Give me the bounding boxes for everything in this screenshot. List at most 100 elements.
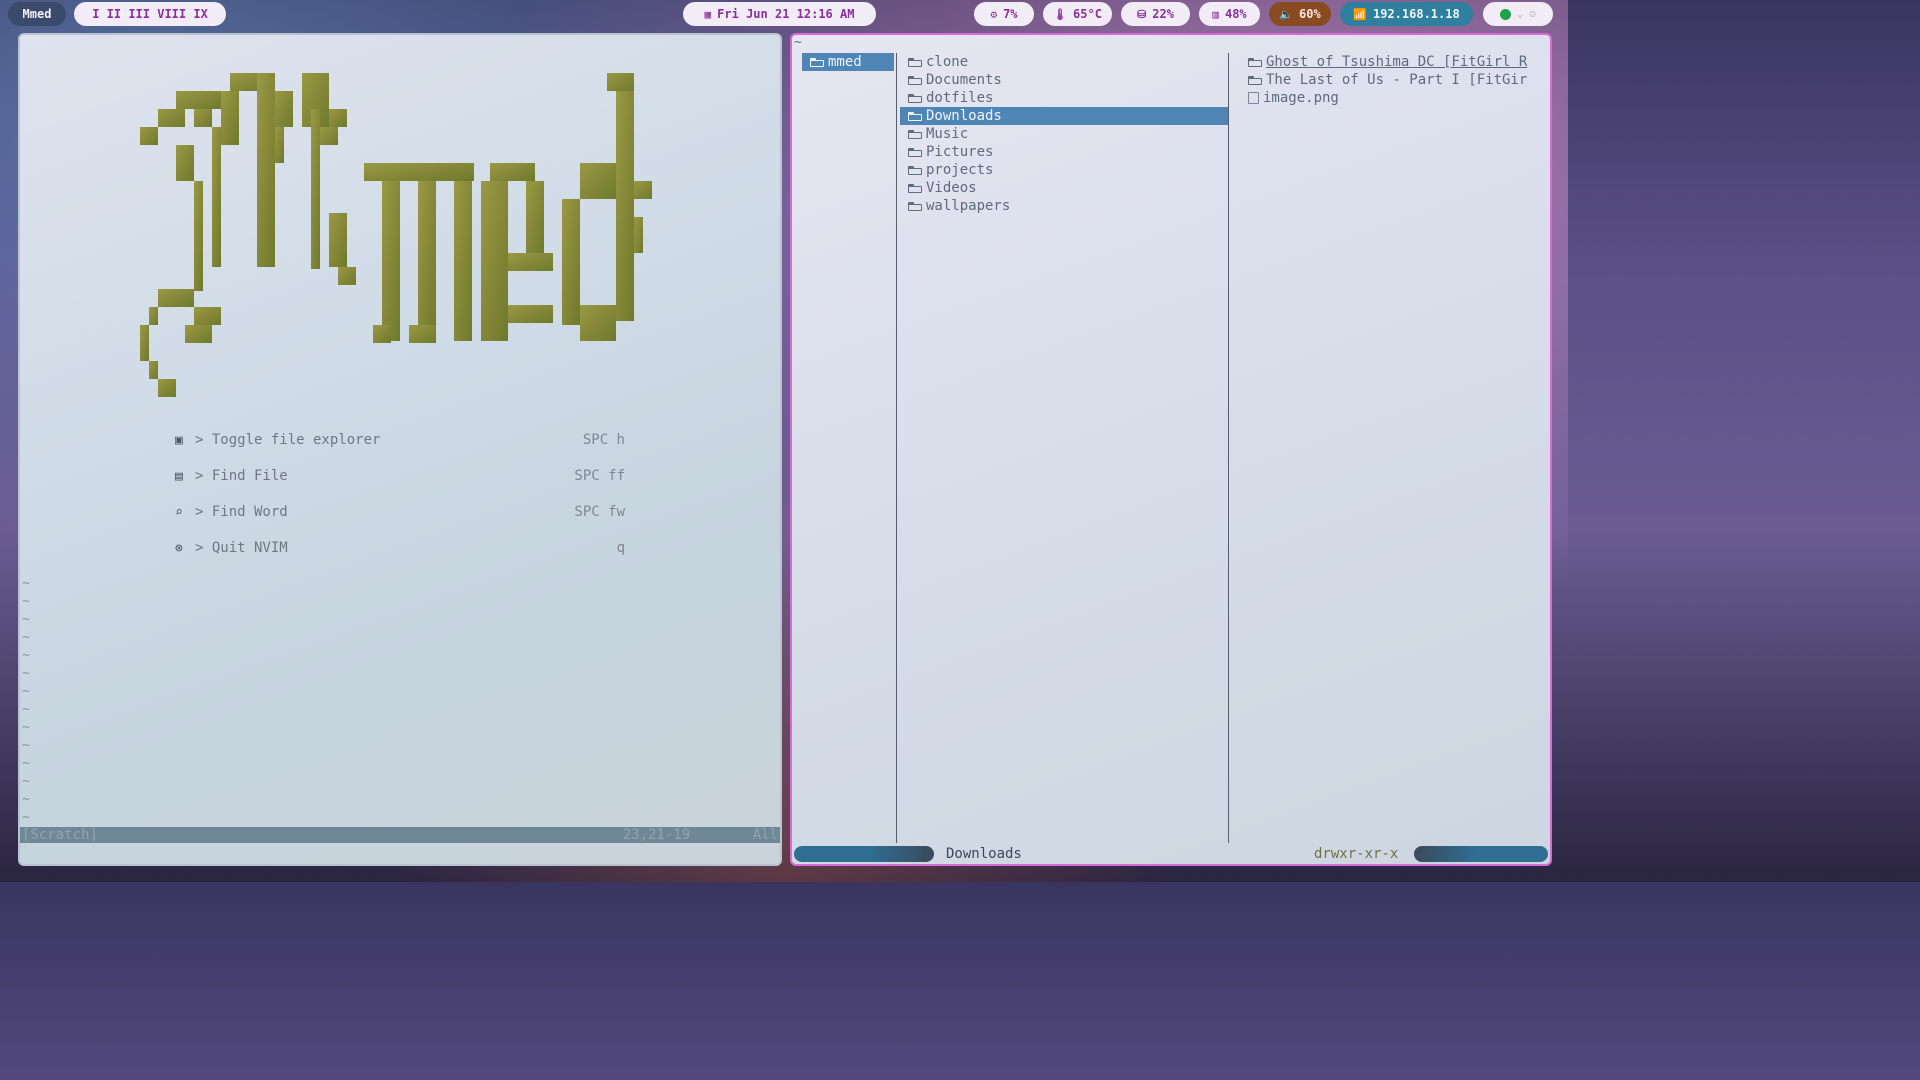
list-item[interactable]: clone (900, 53, 1228, 71)
tilde-marker: ~ (22, 576, 30, 591)
menu-shortcut: SPC fw (574, 504, 625, 520)
volume-value: 60% (1299, 7, 1321, 21)
temp-value: 65°C (1073, 7, 1102, 21)
list-item[interactable]: Documents (900, 71, 1228, 89)
current-path: Downloads (946, 846, 1022, 862)
clock-label: Fri Jun 21 12:16 AM (717, 7, 855, 21)
folder-icon (908, 75, 922, 85)
preview-column[interactable]: Ghost of Tsushima DC [FitGirl R The Last… (1240, 53, 1540, 107)
tilde-marker: ~ (22, 648, 30, 663)
ranger-statusbar: Downloads drwxr-xr-x (792, 845, 1550, 863)
column-divider (896, 53, 897, 843)
parent-column[interactable]: mmed (802, 53, 894, 71)
list-item[interactable]: Pictures (900, 143, 1228, 161)
cpu-widget: ⚙ 7% (974, 2, 1034, 26)
nvim-window[interactable]: ▣ > Toggle file explorer SPC h ▤ > Find … (18, 33, 782, 866)
mode-indicator (794, 846, 934, 862)
permissions: drwxr-xr-x (1314, 846, 1399, 862)
scroll-indicator: All (752, 827, 778, 843)
search-icon: ⌕ (175, 504, 183, 520)
folder-icon (1248, 75, 1262, 85)
folder-icon (810, 57, 824, 67)
tilde-marker: ~ (22, 738, 30, 753)
volume-widget[interactable]: 🔈 60% (1269, 2, 1331, 26)
tilde-marker: ~ (22, 684, 30, 699)
buffer-name: [Scratch] (22, 827, 98, 843)
cpu-icon: ⚙ (990, 7, 998, 21)
item-label: The Last of Us - Part I [FitGir (1266, 72, 1528, 88)
tilde-marker: ~ (22, 720, 30, 735)
menu-label: > Find Word (195, 504, 288, 520)
menu-quit[interactable]: ⊗ > Quit NVIM q (175, 538, 625, 558)
menu-label: > Find File (195, 468, 288, 484)
folder-icon (908, 201, 922, 211)
disk-value: 22% (1152, 7, 1174, 21)
folder-icon (908, 183, 922, 193)
cursor-position: 23,21-19 (622, 827, 691, 843)
temperature-widget: 🌡 65°C (1043, 2, 1112, 26)
menu-label: > Quit NVIM (195, 540, 288, 556)
list-item[interactable]: Videos (900, 179, 1228, 197)
folder-icon (908, 147, 922, 157)
ip-value: 192.168.1.18 (1373, 7, 1460, 21)
list-item[interactable]: dotfiles (900, 89, 1228, 107)
list-item[interactable]: mmed (802, 53, 894, 71)
file-search-icon: ▤ (175, 468, 183, 484)
tilde-marker: ~ (22, 612, 30, 627)
list-item-selected[interactable]: Downloads (900, 107, 1228, 125)
folder-icon (908, 111, 922, 121)
folder-icon (908, 129, 922, 139)
menu-label: > Toggle file explorer (195, 432, 381, 448)
item-label: dotfiles (926, 90, 994, 106)
workspace-switcher[interactable]: I II III VIII IX (74, 2, 226, 26)
list-item[interactable]: image.png (1240, 89, 1540, 107)
list-item[interactable]: Ghost of Tsushima DC [FitGirl R (1240, 53, 1540, 71)
item-label: Downloads (926, 108, 1002, 124)
chevron-down-icon[interactable]: ⌄ (1517, 9, 1523, 20)
item-label: Pictures (926, 144, 994, 160)
memory-widget: ▥ 48% (1199, 2, 1260, 26)
current-column[interactable]: clone Documents dotfiles Downloads Music… (900, 53, 1228, 215)
item-label: clone (926, 54, 969, 70)
spotify-icon[interactable] (1500, 8, 1512, 20)
menu-shortcut: SPC ff (574, 468, 625, 484)
image-file-icon (1248, 92, 1259, 104)
list-item[interactable]: projects (900, 161, 1228, 179)
nvim-statusline: [Scratch] 23,21-19 All (20, 827, 780, 843)
position-indicator (1414, 846, 1548, 862)
item-label: Ghost of Tsushima DC [FitGirl R (1266, 54, 1528, 70)
menu-find-file[interactable]: ▤ > Find File SPC ff (175, 466, 625, 486)
database-icon: ⛁ (1137, 7, 1147, 21)
clock-widget[interactable]: ▦ Fri Jun 21 12:16 AM (683, 2, 876, 26)
list-item[interactable]: wallpapers (900, 197, 1228, 215)
logo-blocks (140, 73, 652, 397)
tilde-marker: ~ (22, 594, 30, 609)
tilde-marker: ~ (22, 774, 30, 789)
folder-icon (908, 165, 922, 175)
item-label: Documents (926, 72, 1002, 88)
disk-widget: ⛁ 22% (1121, 2, 1190, 26)
workspace-list[interactable]: I II III VIII IX (92, 7, 208, 21)
list-item[interactable]: Music (900, 125, 1228, 143)
menu-find-word[interactable]: ⌕ > Find Word SPC fw (175, 502, 625, 522)
ranger-window[interactable]: ~ mmed clone Documents dotfiles Download… (790, 33, 1552, 866)
menu-shortcut: q (616, 540, 625, 556)
memory-icon: ▥ (1212, 7, 1219, 21)
network-widget[interactable]: 📶 192.168.1.18 (1340, 2, 1473, 26)
tray-widget[interactable]: ⌄ ☺ (1483, 2, 1553, 26)
item-label: image.png (1263, 90, 1339, 106)
user-label: Mmed (22, 7, 52, 21)
menu-shortcut: SPC h (582, 432, 625, 448)
list-item[interactable]: The Last of Us - Part I [FitGir (1240, 71, 1540, 89)
discord-icon[interactable]: ☺ (1529, 8, 1536, 21)
thermometer-icon: 🌡 (1053, 7, 1068, 21)
menu-toggle-explorer[interactable]: ▣ > Toggle file explorer SPC h (175, 430, 625, 450)
item-label: Videos (926, 180, 977, 196)
ascii-logo (140, 73, 652, 397)
tilde-marker: ~ (22, 666, 30, 681)
speaker-icon: 🔈 (1279, 7, 1293, 21)
tilde-marker: ~ (22, 810, 30, 825)
wifi-icon: 📶 (1353, 7, 1367, 21)
tilde-marker: ~ (22, 702, 30, 717)
tilde-marker: ~ (22, 630, 30, 645)
